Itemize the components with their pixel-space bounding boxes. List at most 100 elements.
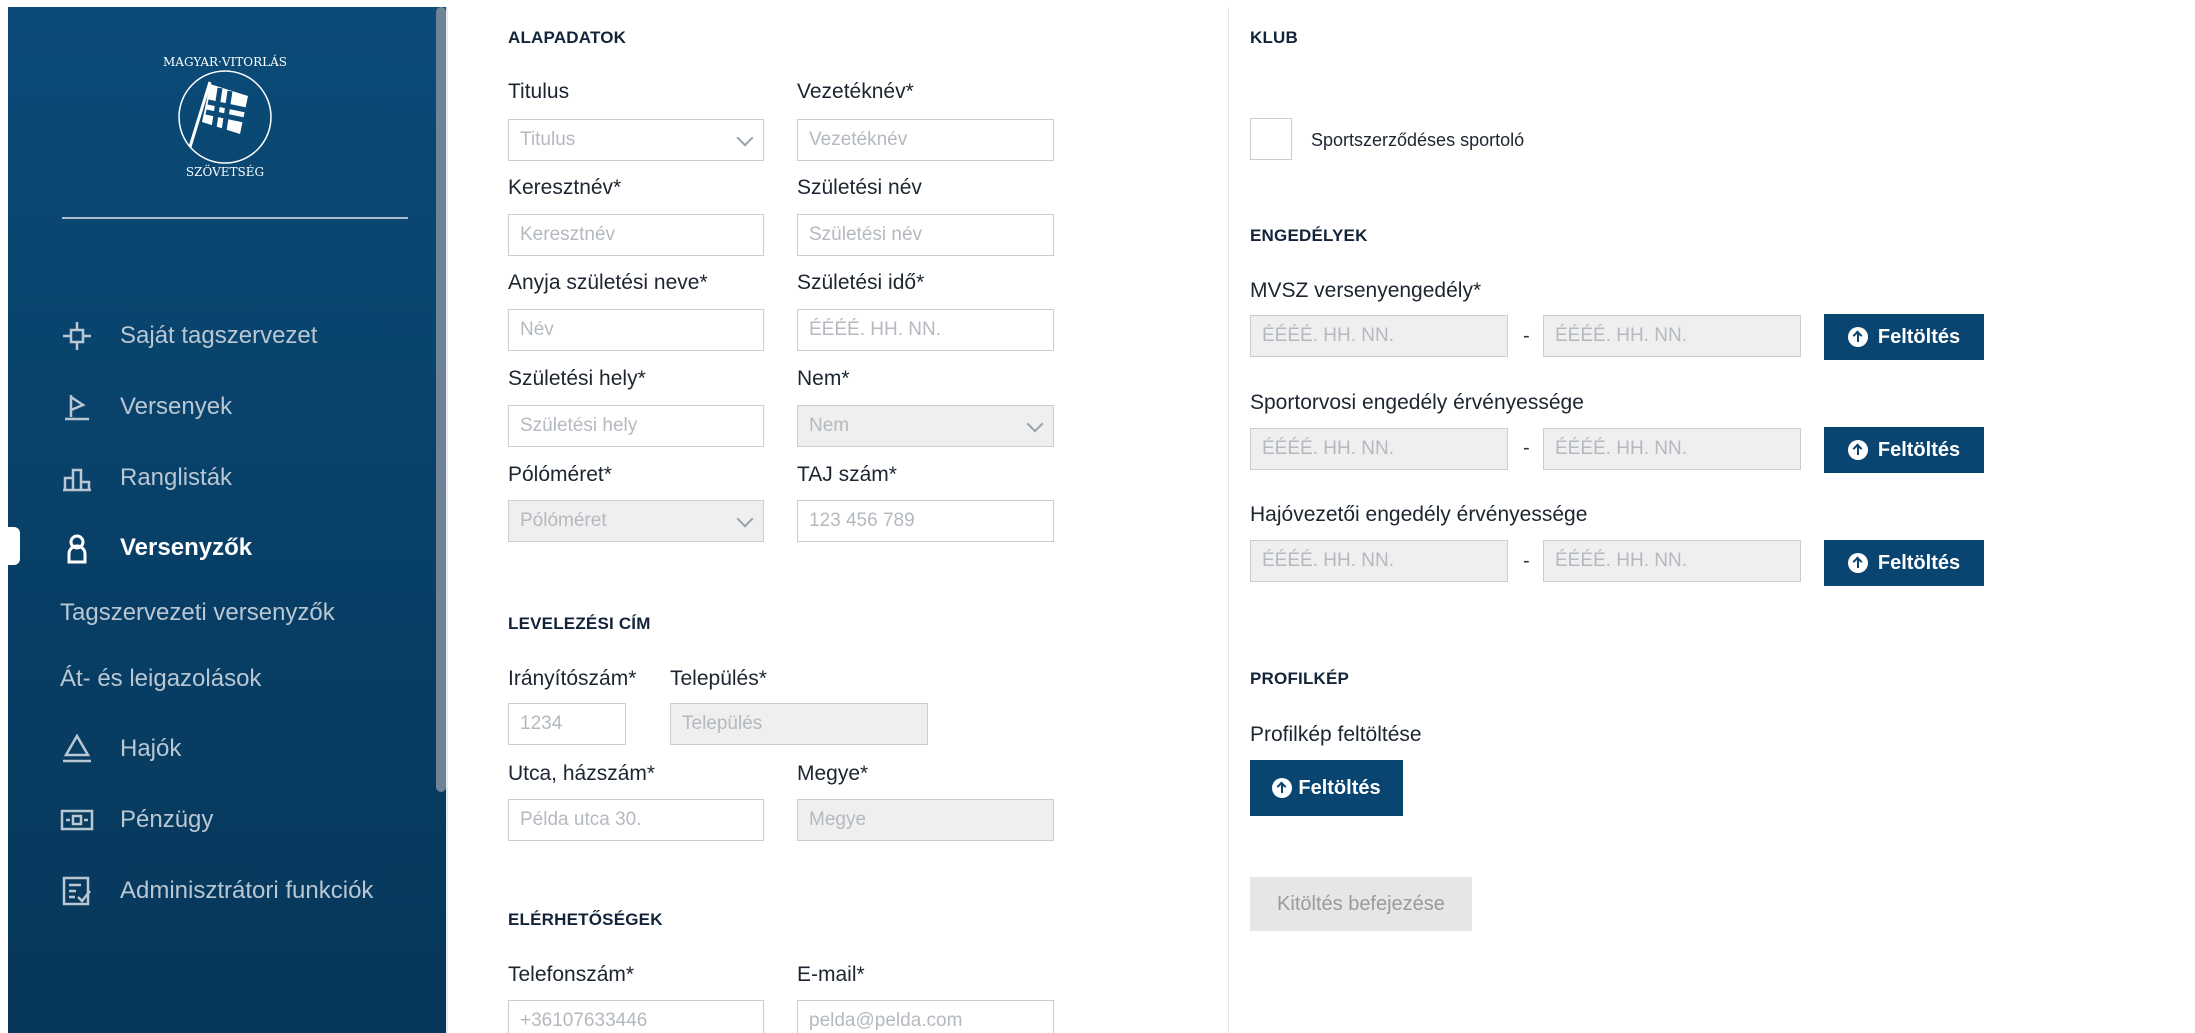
permit-label-hajovezetoi: Hajóvezetői engedély érvényessége — [1250, 503, 1588, 526]
permit-mvsz-to[interactable]: ÉÉÉÉ. HH. NN. — [1543, 315, 1801, 357]
permit-sportorvosi-to[interactable]: ÉÉÉÉ. HH. NN. — [1543, 428, 1801, 470]
email-label: E-mail* — [797, 963, 865, 986]
chevron-down-icon — [1026, 415, 1044, 433]
nem-placeholder: Nem — [809, 415, 850, 436]
sidebar-item-label: Saját tagszervezet — [120, 322, 318, 349]
date-placeholder: ÉÉÉÉ. HH. NN. — [1555, 438, 1687, 459]
logo-divider — [62, 217, 408, 219]
nem-label: Nem* — [797, 367, 850, 390]
person-icon — [60, 531, 94, 565]
date-placeholder: ÉÉÉÉ. HH. NN. — [1555, 550, 1687, 571]
button-label: Feltöltés — [1877, 325, 1961, 348]
permit-hajovezetoi-to[interactable]: ÉÉÉÉ. HH. NN. — [1543, 540, 1801, 582]
button-label: Feltöltés — [1298, 776, 1381, 799]
sidebar-item-sajat-tagszervezet[interactable]: Saját tagszervezet — [60, 316, 317, 356]
section-title-profilkep: PROFILKÉP — [1250, 669, 1350, 688]
polomeret-select[interactable]: Pólóméret — [508, 500, 764, 542]
sportszerzodeses-checkbox[interactable] — [1250, 118, 1292, 160]
telefon-field[interactable]: +36107633446 — [508, 1000, 764, 1033]
button-label: Feltöltés — [1877, 438, 1961, 461]
taj-label: TAJ szám* — [797, 463, 897, 486]
szuletesi-nev-placeholder: Születési név — [809, 224, 923, 245]
megye-field[interactable]: Megye — [797, 799, 1054, 841]
sidebar-subitem-at-es-leigazolasok[interactable]: Át- és leigazolások — [60, 665, 261, 693]
permit-sportorvosi-from[interactable]: ÉÉÉÉ. HH. NN. — [1250, 428, 1508, 470]
permit-hajovezetoi-from[interactable]: ÉÉÉÉ. HH. NN. — [1250, 540, 1508, 582]
permit-hajovezetoi-upload-button[interactable]: Feltöltés — [1824, 540, 1984, 586]
date-placeholder: ÉÉÉÉ. HH. NN. — [1262, 325, 1394, 346]
megye-placeholder: Megye — [809, 809, 867, 830]
column-divider — [1228, 7, 1229, 1033]
anyja-neve-label: Anyja születési neve* — [508, 271, 708, 294]
upload-icon — [1272, 778, 1293, 798]
chevron-down-icon — [736, 510, 754, 528]
megye-label: Megye* — [797, 762, 869, 785]
utca-placeholder: Példa utca 30. — [520, 809, 642, 830]
sidebar-subitem-tagszervezeti-versenyzok[interactable]: Tagszervezeti versenyzők — [60, 599, 335, 627]
utca-label: Utca, házszám* — [508, 762, 656, 785]
taj-placeholder: 123 456 789 — [809, 510, 915, 531]
email-placeholder: pelda@pelda.com — [809, 1010, 963, 1031]
utca-field[interactable]: Példa utca 30. — [508, 799, 764, 841]
date-placeholder: ÉÉÉÉ. HH. NN. — [1555, 325, 1687, 346]
vezeteknev-label: Vezetéknév* — [797, 80, 914, 103]
section-title-levelezesi-cim: LEVELEZÉSI CÍM — [508, 614, 651, 633]
permit-sportorvosi-upload-button[interactable]: Feltöltés — [1824, 427, 1984, 473]
sidebar-item-adminisztratori-funkciok[interactable]: Adminisztrátori funkciók — [60, 871, 373, 911]
section-title-klub: KLUB — [1250, 28, 1299, 47]
sidebar-item-label: Versenyek — [120, 393, 233, 420]
date-range-dash: - — [1523, 325, 1530, 347]
sidebar-item-penzugy[interactable]: Pénzügy — [60, 800, 213, 840]
sidebar-item-label: Ranglisták — [120, 464, 233, 491]
szuletesi-hely-label: Születési hely* — [508, 367, 646, 390]
titulus-select[interactable]: Titulus — [508, 119, 764, 161]
podium-icon — [60, 461, 94, 495]
telepules-placeholder: Település — [682, 713, 763, 734]
telefon-placeholder: +36107633446 — [520, 1010, 648, 1031]
keresztnev-field[interactable]: Keresztnév — [508, 214, 764, 256]
email-field[interactable]: pelda@pelda.com — [797, 1000, 1054, 1033]
profilkep-label: Profilkép feltöltése — [1250, 723, 1422, 746]
sidebar-item-versenyzok[interactable]: Versenyzők — [60, 528, 252, 568]
vezeteknev-placeholder: Vezetéknév — [809, 129, 908, 150]
telefon-label: Telefonszám* — [508, 963, 635, 986]
iranyitoszam-label: Irányítószám* — [508, 667, 637, 690]
szuletesi-hely-field[interactable]: Születési hely — [508, 405, 764, 447]
permit-label-mvsz: MVSZ versenyengedély* — [1250, 279, 1482, 302]
szuletesi-ido-field[interactable]: ÉÉÉÉ. HH. NN. — [797, 309, 1054, 351]
szuletesi-nev-field[interactable]: Születési név — [797, 214, 1054, 256]
nem-select[interactable]: Nem — [797, 405, 1054, 447]
szuletesi-ido-placeholder: ÉÉÉÉ. HH. NN. — [809, 319, 941, 340]
profile-upload-button[interactable]: Feltöltés — [1250, 760, 1403, 816]
svg-text:MAGYAR·VITORLÁS: MAGYAR·VITORLÁS — [163, 54, 287, 69]
sidebar-scrollbar[interactable] — [436, 7, 446, 792]
permit-label-sportorvosi: Sportorvosi engedély érvényessége — [1250, 391, 1584, 414]
sidebar-item-label: Adminisztrátori funkciók — [120, 877, 374, 904]
date-placeholder: ÉÉÉÉ. HH. NN. — [1262, 550, 1394, 571]
finish-button[interactable]: Kitöltés befejezése — [1250, 877, 1472, 931]
federation-logo: MAGYAR·VITORLÁS SZÖVETSÉG — [163, 54, 287, 179]
iranyitoszam-placeholder: 1234 — [520, 713, 563, 734]
telepules-field[interactable]: Település — [670, 703, 928, 745]
crosshair-icon — [60, 319, 94, 353]
sidebar-item-versenyek[interactable]: Versenyek — [60, 387, 232, 427]
money-icon — [60, 803, 94, 837]
upload-icon — [1847, 327, 1868, 347]
anyja-neve-field[interactable]: Név — [508, 309, 764, 351]
keresztnev-label: Keresztnév* — [508, 176, 622, 199]
sidebar-scroll-track — [446, 7, 448, 1033]
vezeteknev-field[interactable]: Vezetéknév — [797, 119, 1054, 161]
permit-mvsz-upload-button[interactable]: Feltöltés — [1824, 314, 1984, 360]
date-range-dash: - — [1523, 437, 1530, 459]
permit-mvsz-from[interactable]: ÉÉÉÉ. HH. NN. — [1250, 315, 1508, 357]
chevron-down-icon — [736, 129, 754, 147]
page: MAGYAR·VITORLÁS SZÖVETSÉG Saját tagszerv… — [0, 0, 2195, 1033]
taj-field[interactable]: 123 456 789 — [797, 500, 1054, 542]
sailboat-icon — [60, 732, 94, 766]
sidebar-item-hajok[interactable]: Hajók — [60, 729, 181, 769]
iranyitoszam-field[interactable]: 1234 — [508, 703, 626, 745]
section-title-elerhetosegek: ELÉRHETŐSÉGEK — [508, 910, 663, 929]
upload-icon — [1847, 440, 1868, 460]
sidebar-item-ranglistak[interactable]: Ranglisták — [60, 458, 232, 498]
sidebar-item-label: Pénzügy — [120, 806, 214, 833]
